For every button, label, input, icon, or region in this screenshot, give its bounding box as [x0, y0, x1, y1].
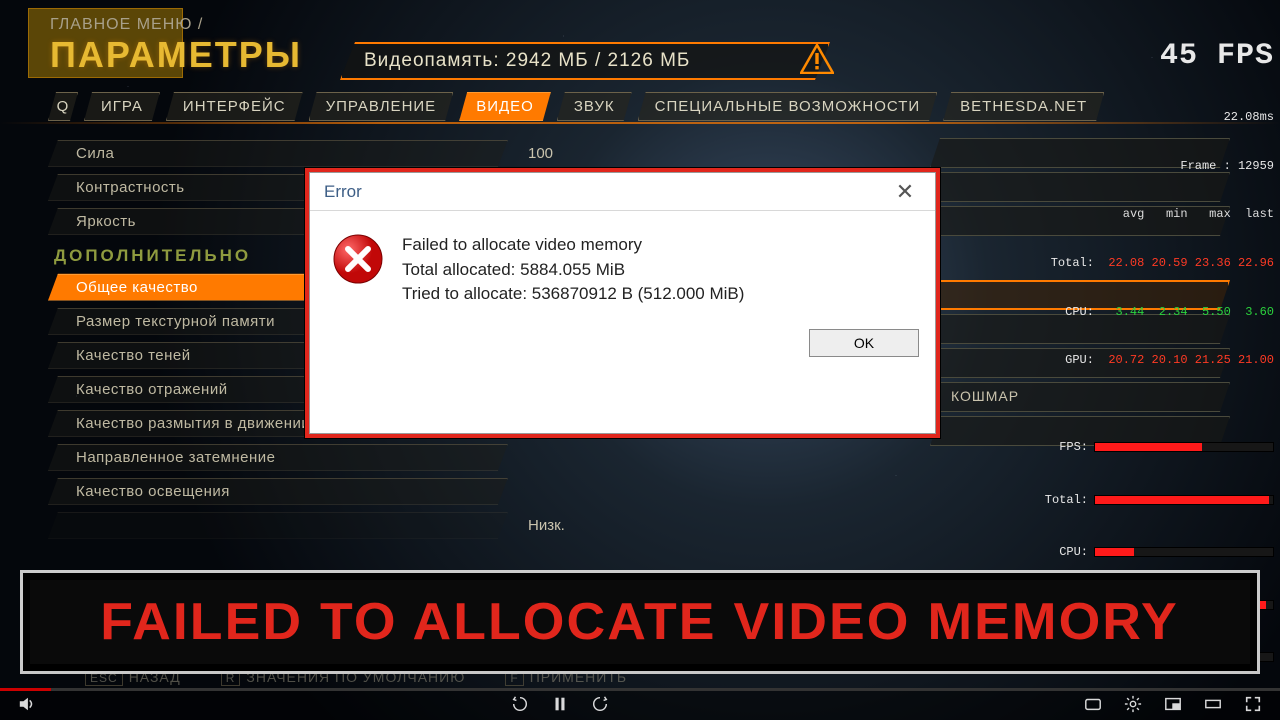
pause-icon[interactable] — [551, 695, 569, 713]
bar-total: Total: — [974, 492, 1274, 508]
fullscreen-icon[interactable] — [1244, 695, 1262, 713]
setting-label: Направленное затемнение — [48, 444, 508, 471]
rewind-10-icon[interactable] — [511, 695, 529, 713]
ok-button[interactable]: OK — [809, 329, 919, 357]
banner-text: FAILED TO ALLOCATE VIDEO MEMORY — [101, 592, 1180, 652]
perf-columns: avg min max last — [974, 206, 1274, 222]
warning-icon — [800, 44, 834, 74]
perf-total: Total: 22.08 20.59 23.36 22.96 — [974, 255, 1274, 271]
frametime: 22.08ms — [974, 109, 1274, 125]
tab-game[interactable]: ИГРА — [84, 92, 160, 121]
breadcrumb: ГЛАВНОЕ МЕНЮ / — [50, 16, 302, 34]
vram-indicator: Видеопамять: 2942 МБ / 2126 МБ — [340, 42, 830, 80]
theater-icon[interactable] — [1204, 695, 1222, 713]
video-player-bar — [0, 688, 1280, 720]
gear-icon[interactable] — [1124, 695, 1142, 713]
perf-cpu: CPU: 3.44 2.34 5.50 3.60 — [974, 304, 1274, 320]
close-icon[interactable]: ✕ — [885, 179, 925, 205]
page-title: ПАРАМЕТРЫ — [50, 34, 302, 76]
volume-icon[interactable] — [18, 695, 36, 713]
setting-row[interactable]: Сила100 — [48, 138, 928, 168]
frame-number: Frame : 12959 — [974, 158, 1274, 174]
dialog-message: Failed to allocate video memory Total al… — [402, 233, 744, 307]
error-icon — [332, 233, 384, 285]
setting-label: Качество освещения — [48, 478, 508, 505]
dialog-title: Error — [324, 182, 362, 202]
setting-row[interactable]: Низк. — [48, 510, 928, 540]
progress-bar[interactable] — [0, 688, 1280, 691]
tab-accessibility[interactable]: СПЕЦИАЛЬНЫЕ ВОЗМОЖНОСТИ — [638, 92, 938, 121]
pip-icon[interactable] — [1164, 695, 1182, 713]
tab-interface[interactable]: ИНТЕРФЕЙС — [166, 92, 303, 121]
tab-audio[interactable]: ЗВУК — [557, 92, 632, 121]
error-dialog: Error ✕ Failed to allocate video memory … — [305, 168, 940, 438]
caption-banner: FAILED TO ALLOCATE VIDEO MEMORY — [20, 570, 1260, 674]
tab-controls[interactable]: УПРАВЛЕНИЕ — [309, 92, 454, 121]
setting-label: Сила — [48, 140, 508, 167]
bar-cpu: CPU: — [974, 544, 1274, 560]
setting-label — [48, 512, 508, 539]
setting-row[interactable]: Направленное затемнение — [48, 442, 928, 472]
setting-value: 100 — [508, 145, 628, 162]
settings-tabs: Q ИГРА ИНТЕРФЕЙС УПРАВЛЕНИЕ ВИДЕО ЗВУК С… — [48, 92, 1104, 121]
captions-icon[interactable] — [1084, 695, 1102, 713]
fps-counter: 45 FPS — [974, 36, 1274, 77]
perf-gpu: GPU: 20.72 20.10 21.25 21.00 — [974, 352, 1274, 368]
setting-row[interactable]: Качество освещения — [48, 476, 928, 506]
forward-30-icon[interactable] — [591, 695, 609, 713]
tab-hotkey-q[interactable]: Q — [48, 92, 78, 121]
tab-video[interactable]: ВИДЕО — [459, 92, 551, 121]
bar-fps: FPS: — [974, 439, 1274, 455]
setting-value: Низк. — [508, 517, 628, 534]
